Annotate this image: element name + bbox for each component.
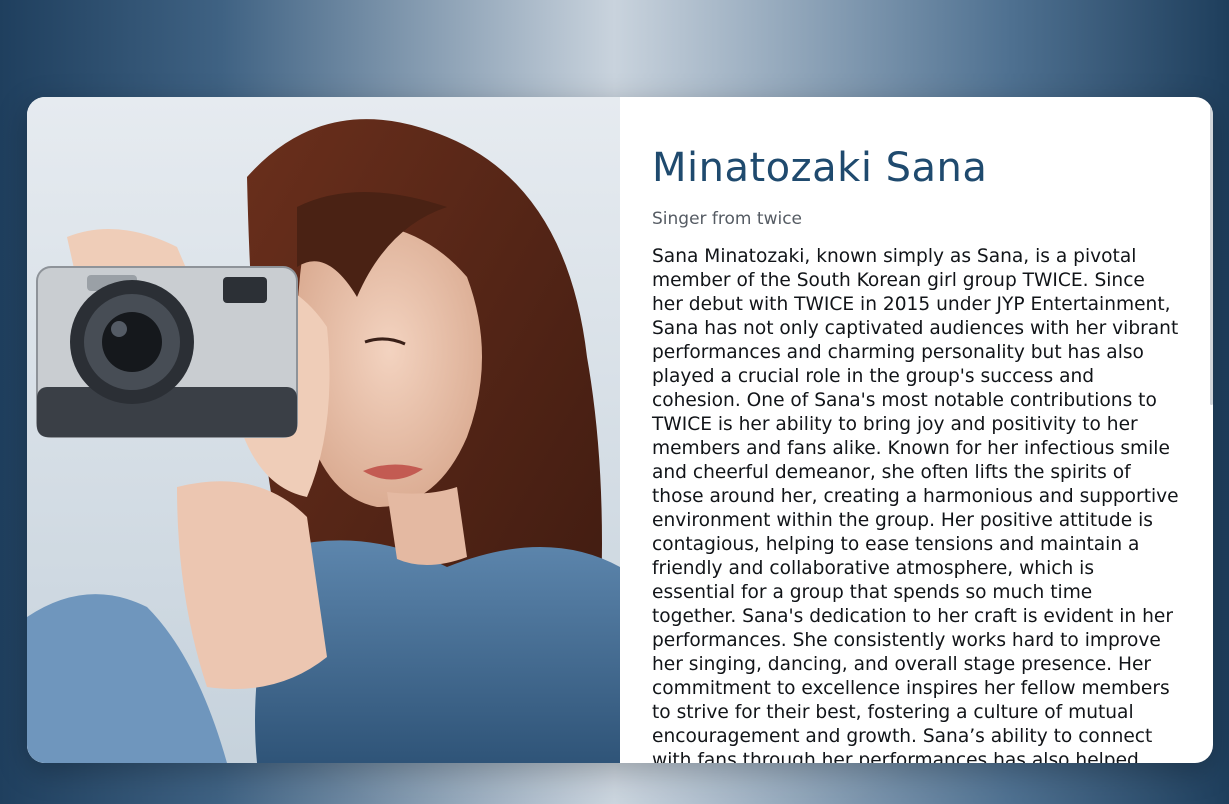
- profile-photo-illustration: [27, 97, 620, 763]
- profile-name: Minatozaki Sana: [652, 145, 988, 191]
- content-scrollbar[interactable]: [1210, 105, 1213, 405]
- profile-bio: Sana Minatozaki, known simply as Sana, i…: [652, 246, 1179, 763]
- profile-card: Minatozaki Sana Singer from twice Sana M…: [27, 97, 1213, 763]
- profile-subtitle: Singer from twice: [652, 209, 802, 229]
- profile-content: Minatozaki Sana Singer from twice Sana M…: [620, 97, 1213, 763]
- profile-photo: [27, 97, 620, 763]
